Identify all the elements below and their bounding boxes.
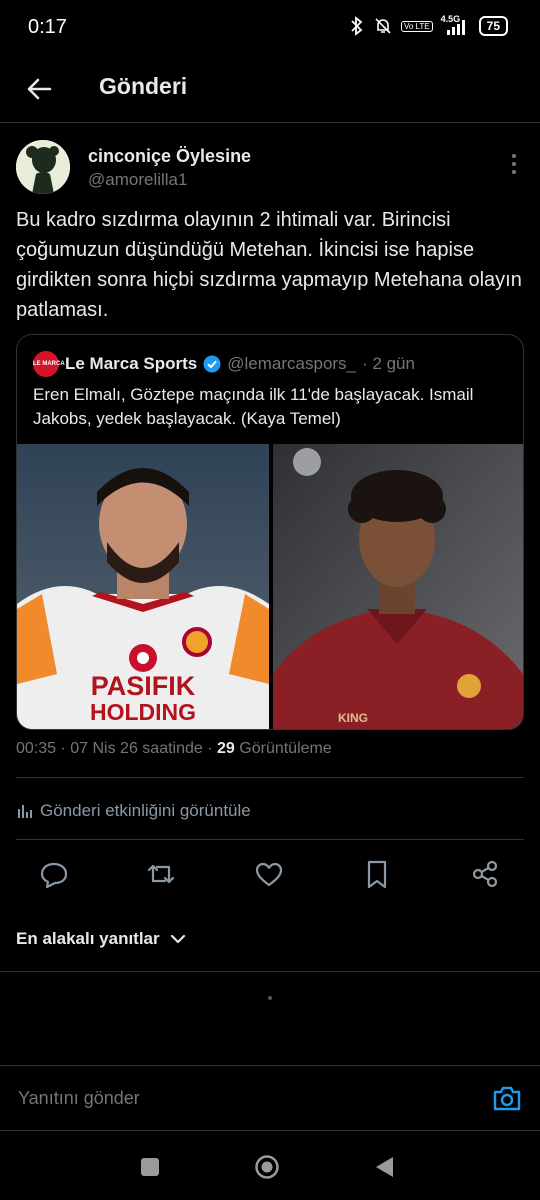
quoted-avatar: LE MARCA [33, 351, 65, 377]
volte-icon: Vo LTE [400, 20, 433, 32]
signal-icon [446, 20, 465, 35]
quoted-author-name: Le Marca Sports [65, 354, 198, 373]
post-activity-link[interactable]: Gönderi etkinliğini görüntüle [16, 799, 251, 823]
sort-label: En alakalı yanıtlar [16, 929, 160, 948]
quoted-post[interactable]: LE MARCA Le Marca Sports @lemarcaspors_ … [16, 334, 524, 730]
bookmark-button[interactable] [359, 856, 395, 892]
like-button[interactable] [251, 856, 287, 892]
author-name[interactable]: cinconiçe Öylesine [88, 146, 251, 167]
post-timestamp: 00:35 · 07 Nis 26 saatinde · [16, 740, 213, 757]
system-navigation-bar [0, 1135, 540, 1200]
quoted-logo-text: LE MARCA [33, 361, 65, 367]
avatar-image [16, 140, 70, 194]
more-options-button[interactable] [510, 152, 518, 176]
reply-icon [40, 862, 68, 889]
jersey-text-2: HOLDING [90, 699, 196, 725]
replies-sort-dropdown[interactable]: En alakalı yanıtlar [16, 925, 186, 953]
network-label-wrap: 4.5G [441, 14, 471, 36]
analytics-icon [18, 805, 32, 818]
author-handle[interactable]: @amorelilla1 [88, 170, 187, 190]
avatar[interactable] [16, 140, 70, 194]
recent-apps-button[interactable] [140, 1157, 160, 1182]
battery-icon: 75 [478, 16, 508, 36]
post-author: cinconiçe Öylesine @amorelilla1 [16, 140, 524, 200]
verified-badge-icon [203, 355, 221, 373]
views-count: 29 [217, 740, 235, 757]
page-title: Gönderi [99, 73, 188, 99]
reply-button[interactable] [36, 856, 72, 892]
status-icons: Vo LTE 4.5G 75 [349, 14, 508, 36]
retweet-button[interactable] [143, 856, 179, 892]
quoted-media[interactable]: PASIFIK HOLDING KING [17, 444, 523, 729]
triangle-back-icon [376, 1157, 393, 1177]
reply-input[interactable] [16, 1080, 460, 1116]
back-nav-button[interactable] [374, 1156, 394, 1183]
volte-text: Vo LTE [403, 21, 430, 31]
square-icon [141, 1158, 159, 1176]
post-text: Bu kadro sızdırma olayının 2 ihtimali va… [16, 209, 522, 321]
circle-icon [255, 1155, 279, 1179]
share-button[interactable] [467, 856, 503, 892]
jersey-text-1: PASIFIK [91, 671, 196, 701]
quoted-post-text: Eren Elmalı, Göztepe maçında ilk 11'de b… [33, 385, 474, 428]
status-bar: 0:17 Vo LTE 4.5G 75 [0, 0, 540, 56]
app-header: Gönderi [0, 56, 540, 123]
quoted-post-time: · 2 gün [362, 354, 415, 373]
views-label: Görüntüleme [239, 740, 332, 757]
jersey-text-king: KING [338, 711, 368, 725]
reply-composer [0, 1065, 540, 1131]
camera-icon [493, 1086, 521, 1111]
bookmark-icon [367, 860, 387, 889]
post-meta: 00:35 · 07 Nis 26 saatinde · 29 Görüntül… [16, 740, 332, 758]
chevron-down-icon [170, 934, 185, 944]
retweet-icon [147, 864, 175, 884]
battery-level: 75 [486, 19, 500, 33]
loading-indicator [268, 996, 272, 1000]
bluetooth-icon [351, 16, 363, 36]
share-icon [472, 860, 498, 888]
media-image-right: KING [273, 444, 523, 729]
camera-button[interactable] [492, 1084, 522, 1112]
divider [16, 777, 524, 778]
like-icon [255, 862, 283, 887]
status-time: 0:17 [28, 16, 67, 38]
arrow-left-icon [27, 78, 52, 100]
media-image-left: PASIFIK HOLDING [17, 444, 269, 729]
quoted-media-grid: PASIFIK HOLDING KING [17, 444, 523, 729]
post-actions [0, 852, 540, 896]
more-vertical-icon [512, 154, 516, 174]
divider [16, 839, 524, 840]
quoted-author-handle: @lemarcaspors_ [227, 354, 357, 373]
silent-bell-icon [375, 18, 391, 34]
back-button[interactable] [20, 70, 58, 108]
activity-label: Gönderi etkinliğini görüntüle [40, 801, 251, 820]
home-button[interactable] [254, 1154, 280, 1185]
divider [0, 971, 540, 972]
quoted-post-header: LE MARCA Le Marca Sports @lemarcaspors_ … [33, 351, 415, 377]
